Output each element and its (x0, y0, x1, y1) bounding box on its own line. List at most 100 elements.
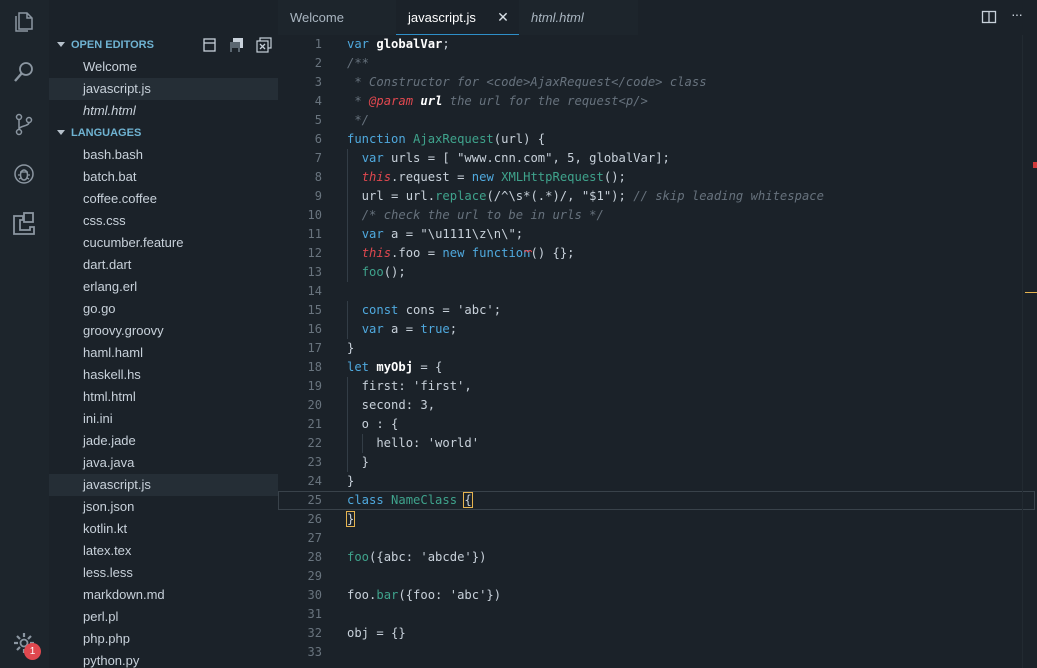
code-text: this.request = new XMLHttpRequest(); (361, 170, 626, 184)
line-number: 2 (314, 56, 322, 70)
code-line[interactable]: 33 (278, 643, 1037, 662)
code-text: this.foo = new function() {}; (361, 246, 575, 260)
code-line[interactable]: 30 foo.bar({foo: 'abc'}) (278, 586, 1037, 605)
code-line[interactable]: 24} (278, 472, 1037, 491)
code-line[interactable]: 20 second: 3, (278, 396, 1037, 415)
code-line[interactable]: 8 this.request = new XMLHttpRequest(); (278, 168, 1037, 187)
code-line[interactable]: 22 hello: 'world' (278, 434, 1037, 453)
list-item[interactable]: coffee.coffee (49, 188, 278, 210)
open-editor-welcome[interactable]: Welcome (49, 56, 278, 78)
code-line[interactable]: 13 foo(); (278, 263, 1037, 282)
indent-guide (347, 396, 348, 415)
code-line[interactable]: 12 this.foo = new function() {}; (278, 244, 1037, 263)
tab-label: javascript.js (408, 10, 476, 25)
code-line[interactable]: 28 foo({abc: 'abcde'}) (278, 548, 1037, 567)
code-line[interactable]: 19 first: 'first', (278, 377, 1037, 396)
code-text: /* check the url to be in urls */ (361, 208, 604, 222)
line-number: 27 (307, 531, 322, 545)
code-text: let myObj = { (347, 360, 443, 374)
open-editor-html[interactable]: html.html (49, 100, 278, 122)
list-item[interactable]: erlang.erl (49, 276, 278, 298)
list-item[interactable]: java.java (49, 452, 278, 474)
code-text: } (347, 474, 355, 488)
code-text: /** (347, 56, 370, 70)
list-item[interactable]: groovy.groovy (49, 320, 278, 342)
code-text: function AjaxRequest(url) { (347, 132, 546, 146)
code-line[interactable]: 15 const cons = 'abc'; (278, 301, 1037, 320)
more-actions-icon[interactable]: ··· (1011, 6, 1027, 22)
list-item[interactable]: latex.tex (49, 540, 278, 562)
code-line[interactable]: 25 class NameClass { (278, 491, 1035, 510)
code-line[interactable]: 10 /* check the url to be in urls */ (278, 206, 1037, 225)
code-text: url = url.replace(/^\s*(.*)/, "$1"); // … (347, 189, 824, 203)
code-line[interactable]: 9 url = url.replace(/^\s*(.*)/, "$1"); /… (278, 187, 1037, 206)
save-all-icon[interactable] (229, 37, 245, 53)
list-item[interactable]: go.go (49, 298, 278, 320)
list-item[interactable]: dart.dart (49, 254, 278, 276)
line-number: 12 (307, 246, 322, 260)
code-line[interactable]: 1 var globalVar; (278, 35, 1037, 54)
list-item[interactable]: html.html (49, 386, 278, 408)
list-item[interactable]: less.less (49, 562, 278, 584)
list-item[interactable]: haskell.hs (49, 364, 278, 386)
list-item[interactable]: perl.pl (49, 606, 278, 628)
tab-label: Welcome (290, 10, 344, 25)
tab-label: html.html (531, 10, 584, 25)
list-item[interactable]: json.json (49, 496, 278, 518)
files-icon[interactable] (12, 10, 36, 34)
list-item[interactable]: ini.ini (49, 408, 278, 430)
code-line[interactable]: 21 o : { (278, 415, 1037, 434)
open-editor-javascript[interactable]: javascript.js (49, 78, 278, 100)
close-all-icon[interactable] (256, 37, 272, 53)
indent-guide (347, 415, 348, 434)
close-icon[interactable]: ✕ (497, 0, 509, 35)
list-item[interactable]: kotlin.kt (49, 518, 278, 540)
list-item[interactable]: cucumber.feature (49, 232, 278, 254)
code-line[interactable]: 23 } (278, 453, 1037, 472)
code-line[interactable]: 4 * @param url the url for the request<p… (278, 92, 1037, 111)
overview-ruler[interactable] (1022, 35, 1037, 668)
list-item[interactable]: haml.haml (49, 342, 278, 364)
code-line[interactable]: 16 var a = true; (278, 320, 1037, 339)
indent-guide (347, 149, 348, 168)
code-line[interactable]: 31 (278, 605, 1037, 624)
list-item[interactable]: batch.bat (49, 166, 278, 188)
list-item[interactable]: php.php (49, 628, 278, 650)
line-number: 24 (307, 474, 322, 488)
code-line[interactable]: 6 function AjaxRequest(url) { (278, 130, 1037, 149)
indent-guide (361, 434, 363, 453)
list-item[interactable]: python.py (49, 650, 278, 668)
code-line[interactable]: 18 let myObj = { (278, 358, 1037, 377)
tab-javascript[interactable]: javascript.js ✕ (396, 0, 519, 35)
languages-header[interactable]: LANGUAGES (49, 122, 278, 144)
search-icon[interactable] (12, 60, 36, 84)
code-line[interactable]: 3 * Constructor for <code>AjaxRequest</c… (278, 73, 1037, 92)
code-editor[interactable]: 1 var globalVar; 2 /** 3 * Constructor for <… (278, 35, 1037, 668)
code-line[interactable]: 7 var urls = [ "www.cnn.com", 5, globalV… (278, 149, 1037, 168)
list-item[interactable]: javascript.js (49, 474, 278, 496)
code-line[interactable]: 14 (278, 282, 1037, 301)
line-number: 30 (307, 588, 322, 602)
code-line[interactable]: 17} (278, 339, 1037, 358)
code-line[interactable]: 5 */ (278, 111, 1037, 130)
tab-welcome[interactable]: Welcome (278, 0, 396, 35)
list-item[interactable]: jade.jade (49, 430, 278, 452)
code-line[interactable]: 2 /** (278, 54, 1037, 73)
list-item[interactable]: css.css (49, 210, 278, 232)
code-line[interactable]: 29 (278, 567, 1037, 586)
code-line[interactable]: 32 obj = {} (278, 624, 1037, 643)
code-line[interactable]: 11 var a = "\u1111\z\n\"; (278, 225, 1037, 244)
list-item[interactable]: bash.bash (49, 144, 278, 166)
debug-icon[interactable] (12, 162, 36, 186)
extensions-icon[interactable] (12, 211, 36, 235)
split-editor-icon[interactable] (981, 9, 997, 25)
code-text: obj = {} (347, 626, 406, 640)
tab-html[interactable]: html.html (519, 0, 638, 35)
code-line[interactable]: 27 (278, 529, 1037, 548)
indent-guide (347, 453, 348, 472)
new-file-icon[interactable] (202, 37, 218, 53)
list-item[interactable]: markdown.md (49, 584, 278, 606)
open-editors-header[interactable]: OPEN EDITORS (49, 34, 278, 56)
source-control-icon[interactable] (12, 112, 36, 136)
code-line[interactable]: 26} (278, 510, 1037, 529)
